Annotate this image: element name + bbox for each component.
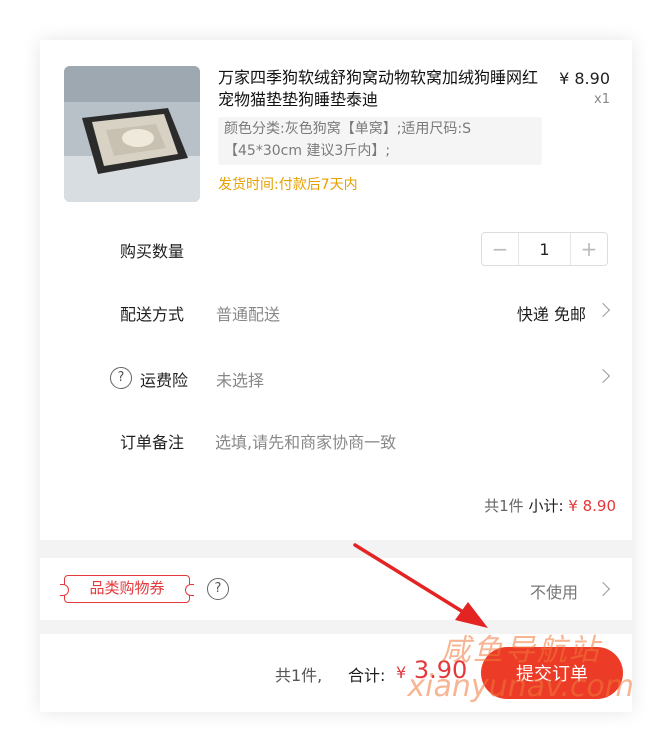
insurance-row[interactable]: 运费险 未选择 [40,358,632,398]
subtotal: 共1件 小计: ¥ 8.90 [484,495,616,516]
product-title[interactable]: 万家四季狗软绒舒狗窝动物软窝加绒狗睡网红宠物猫垫垫狗睡垫泰迪 [218,67,548,111]
note-input[interactable]: 选填,请先和商家协商一致 [215,429,396,453]
total-amount-value: 3.90 [413,656,468,684]
total-label: 合计: [348,666,386,685]
delivery-value: 普通配送 [216,305,281,324]
coupon-value: 不使用 [529,583,578,602]
product-price-amount: ¥ 8.90 [559,69,610,88]
submit-order-button[interactable]: 提交订单 [481,647,623,699]
delivery-row[interactable]: 配送方式 普通配送 快递 免邮 [40,292,632,332]
chevron-right-icon[interactable] [595,581,611,597]
subtotal-count: 共1件 [484,497,524,515]
product-price: ¥ 8.90 x1 [559,69,610,107]
product-quantity: x1 [594,92,610,107]
chevron-right-icon[interactable] [595,368,611,384]
quantity-value[interactable]: 1 [518,233,571,265]
order-confirm-sheet: 万家四季狗软绒舒狗窝动物软窝加绒狗睡网红宠物猫垫垫狗睡垫泰迪 ¥ 8.90 x1… [40,40,632,712]
quantity-label: 购买数量 [120,242,185,261]
checkout-bar: 共1件, 合计: ¥ 3.90 提交订单 [40,634,632,712]
coupon-tag: 品类购物券 [60,575,194,603]
minus-icon[interactable]: − [482,233,518,265]
insurance-value: 未选择 [216,371,265,390]
total-count: 共1件, [275,666,323,685]
delivery-label: 配送方式 [120,305,185,324]
total-currency: ¥ [396,663,407,682]
product-thumbnail[interactable] [64,66,200,202]
product-sku: 颜色分类:灰色狗窝【单窝】;适用尺码:S【45*30cm 建议3斤内】; [218,117,542,165]
ship-time: 发货时间:付款后7天内 [218,177,358,193]
quantity-stepper[interactable]: − 1 + [481,232,608,266]
plus-icon[interactable]: + [571,233,607,265]
subtotal-label: 小计: [528,497,564,515]
delivery-method: 快递 免邮 [516,305,586,324]
note-row[interactable]: 订单备注 选填,请先和商家协商一致 [40,420,632,460]
subtotal-amount: ¥ 8.90 [568,497,616,515]
question-icon[interactable]: ? [207,578,229,600]
section-divider [40,540,632,558]
insurance-label: 运费险 [140,371,189,390]
note-label: 订单备注 [120,433,185,452]
section-divider [40,620,632,634]
product-card[interactable]: 万家四季狗软绒舒狗窝动物软窝加绒狗睡网红宠物猫垫垫狗睡垫泰迪 ¥ 8.90 x1… [64,66,614,206]
coupon-row[interactable]: 品类购物券 ? 不使用 [40,558,632,620]
total-amount: ¥ 3.90 [396,656,467,684]
chevron-right-icon[interactable] [595,302,611,318]
